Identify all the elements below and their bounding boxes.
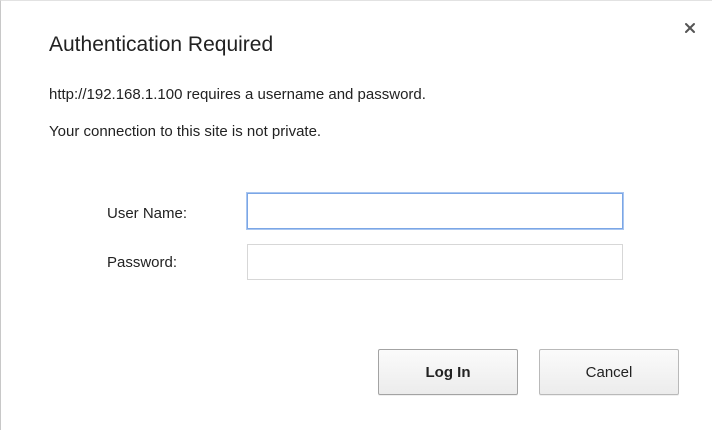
connection-warning: Your connection to this site is not priv…	[49, 123, 322, 140]
login-button[interactable]: Log In	[378, 349, 518, 395]
close-icon	[681, 19, 699, 37]
close-button[interactable]	[681, 19, 699, 37]
dialog-title: Authentication Required	[49, 33, 274, 56]
auth-message-url: http://192.168.1.100 requires a username…	[49, 86, 426, 103]
password-label: Password:	[107, 254, 178, 271]
username-field[interactable]	[247, 193, 623, 229]
username-label: User Name:	[107, 205, 188, 222]
cancel-button[interactable]: Cancel	[539, 349, 679, 395]
auth-dialog: Authentication Required http://192.168.1…	[0, 0, 712, 430]
password-field[interactable]	[247, 244, 623, 280]
